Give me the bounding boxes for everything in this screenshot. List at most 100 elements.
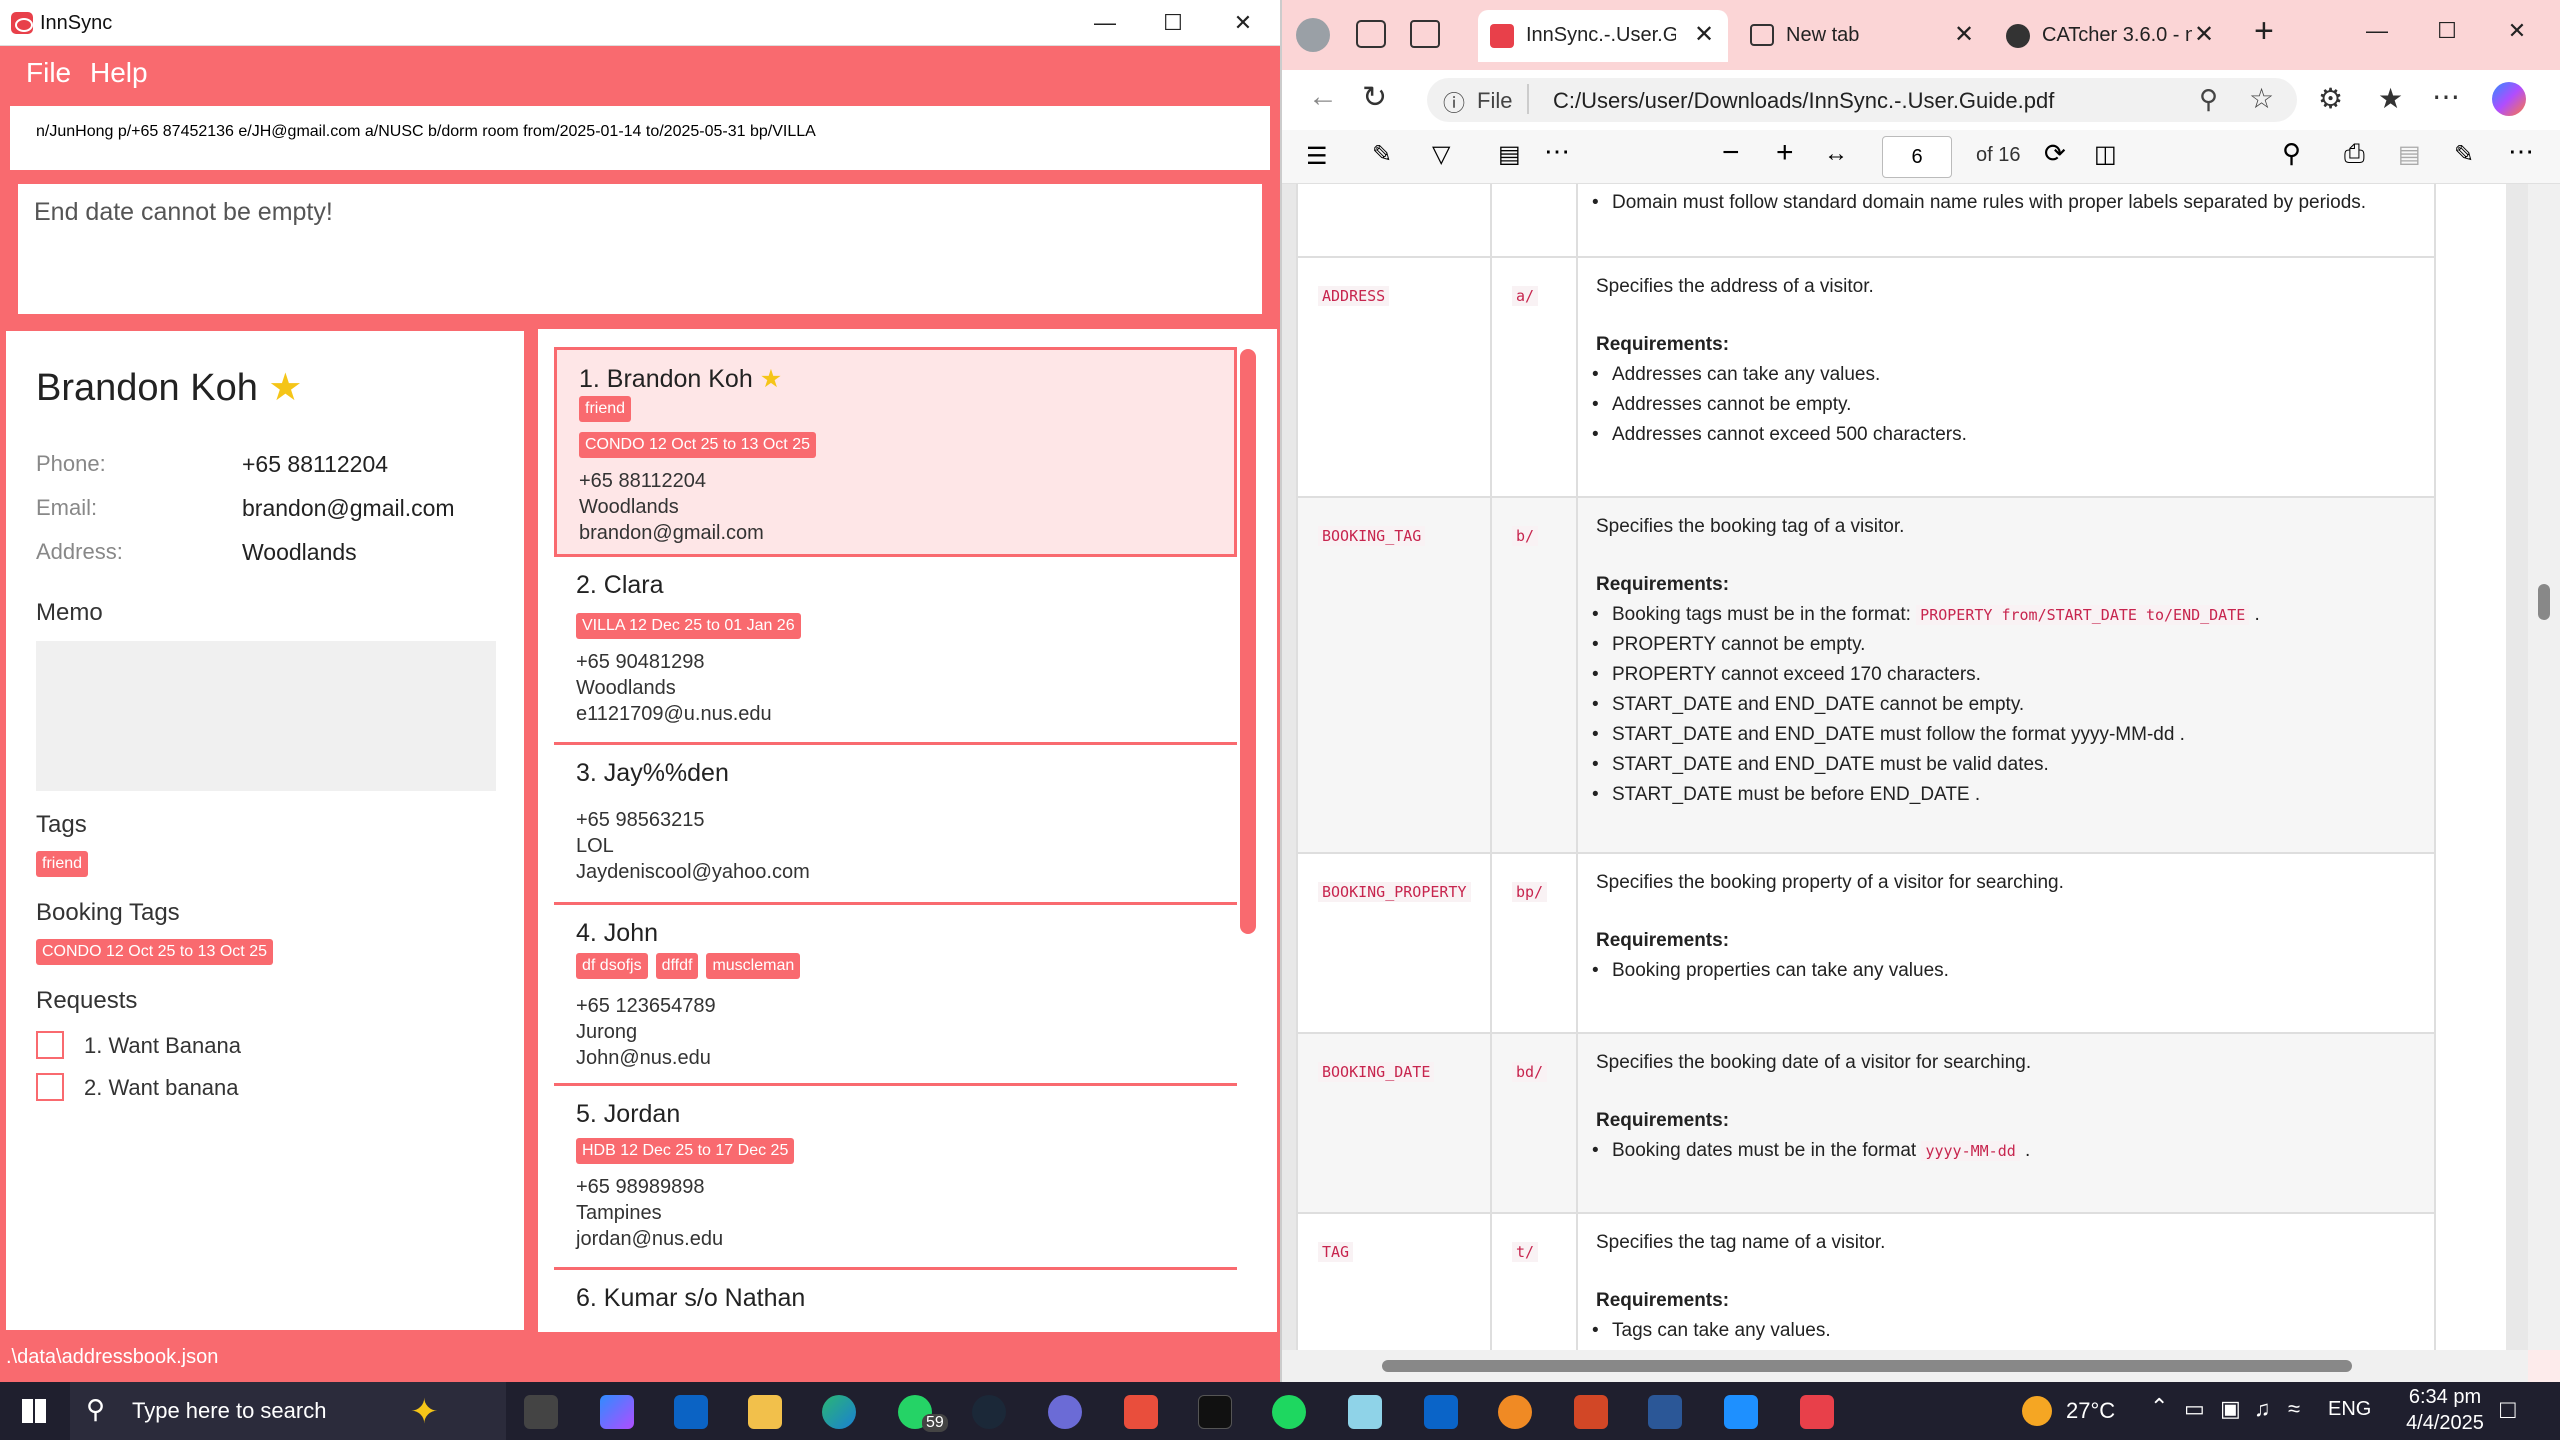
close-tab-icon[interactable]: ✕ — [2194, 20, 2214, 49]
person-card[interactable]: 4. John df dsofjs dffdf muscleman +65 1236… — [554, 905, 1237, 1086]
zoom-in-icon[interactable]: + — [1776, 136, 1794, 170]
tab-new-tab[interactable]: New tab ✕ — [1738, 10, 1988, 62]
wifi-icon[interactable]: ≈ — [2288, 1396, 2300, 1422]
start-icon[interactable] — [22, 1399, 46, 1423]
close-icon[interactable]: ✕ — [1214, 6, 1272, 40]
contents-icon[interactable]: ☰ — [1306, 142, 1328, 171]
maximize-icon[interactable]: ☐ — [2418, 14, 2476, 48]
spotify-icon[interactable] — [1272, 1395, 1306, 1429]
memo-box[interactable] — [36, 641, 496, 791]
favorite-star-icon[interactable]: ☆ — [2249, 82, 2274, 115]
draw-icon[interactable]: ▽ — [1432, 140, 1450, 169]
minimize-icon[interactable]: — — [1076, 6, 1134, 40]
terminal-icon[interactable] — [1198, 1395, 1232, 1429]
person-card[interactable]: 5. Jordan HDB 12 Dec 25 to 17 Dec 25 +65… — [554, 1086, 1237, 1270]
outlook-icon[interactable] — [1424, 1395, 1458, 1429]
collections-icon[interactable] — [1356, 20, 1386, 48]
powerpoint-icon[interactable] — [1574, 1395, 1608, 1429]
pdf-more-icon[interactable]: ⋯ — [2508, 136, 2534, 167]
pdf-horizontal-scrollbar[interactable] — [1282, 1350, 2528, 1382]
table-row: BOOKING_DATE bd/ Specifies the booking d… — [1296, 1034, 2436, 1214]
url-box[interactable]: ⓘ File C:/Users/user/Downloads/InnSync.-… — [1427, 78, 2297, 122]
zoom-icon[interactable]: ⚲ — [2199, 84, 2218, 115]
page-number-input[interactable]: 6 — [1882, 136, 1952, 178]
clock-time[interactable]: 6:34 pm — [2396, 1386, 2494, 1409]
request-checkbox-2[interactable] — [36, 1073, 64, 1101]
innsync-taskbar-icon[interactable] — [1800, 1395, 1834, 1429]
pdf-viewer[interactable]: Domain must follow standard domain name … — [1282, 184, 2528, 1350]
tag-badge: df dsofjs — [576, 953, 648, 979]
eclipse-icon[interactable] — [1048, 1395, 1082, 1429]
minimize-icon[interactable]: — — [2348, 14, 2406, 48]
maximize-icon[interactable]: ☐ — [1144, 6, 1202, 40]
tray-chevron-icon[interactable]: ⌃ — [2150, 1394, 2168, 1420]
close-icon[interactable]: ✕ — [2488, 14, 2546, 48]
address-label: Address: — [36, 539, 123, 564]
menu-help[interactable]: Help — [90, 57, 148, 89]
page-view-icon[interactable]: ◫ — [2094, 140, 2117, 169]
detail-booking-tags: CONDO 12 Oct 25 to 13 Oct 25 — [36, 939, 281, 965]
rotate-icon[interactable]: ⟳ — [2044, 138, 2066, 169]
zoom-out-icon[interactable]: − — [1722, 136, 1740, 170]
word-icon[interactable] — [1648, 1395, 1682, 1429]
file-explorer-icon[interactable] — [748, 1395, 782, 1429]
fit-page-icon[interactable]: ↔ — [1824, 140, 1848, 168]
pdf-hscroll-thumb[interactable] — [1382, 1360, 2352, 1372]
clock-date[interactable]: 4/4/2025 — [2396, 1412, 2494, 1435]
person-email: e1121709@u.nus.edu — [576, 703, 772, 725]
text-icon[interactable]: ▤ — [1498, 140, 1521, 169]
search-box[interactable]: ⚲ Type here to search ✦ — [70, 1382, 506, 1440]
requirements-heading: Requirements: — [1596, 574, 1730, 595]
volume-icon[interactable]: ♫ — [2254, 1396, 2271, 1422]
language-indicator[interactable]: ENG — [2328, 1398, 2371, 1421]
copilot-app-icon[interactable] — [600, 1395, 634, 1429]
vscode-icon[interactable] — [674, 1395, 708, 1429]
pdf-search-icon[interactable]: ⚲ — [2282, 138, 2301, 169]
battery-icon[interactable]: ▭ — [2184, 1396, 2205, 1422]
more-tools-icon[interactable]: ⋯ — [1544, 136, 1570, 167]
param-name: BOOKING_DATE — [1318, 1062, 1435, 1082]
request-checkbox-1[interactable] — [36, 1031, 64, 1059]
more-icon[interactable]: ⋯ — [2432, 80, 2460, 113]
menu-file[interactable]: File — [26, 57, 71, 89]
photos-icon[interactable] — [1724, 1395, 1758, 1429]
meet-icon[interactable]: ▣ — [2220, 1396, 2241, 1422]
copilot-icon[interactable] — [2492, 82, 2526, 116]
tab-label: InnSync.-.User.Guide.pdf — [1526, 24, 1676, 46]
blender-icon[interactable] — [1498, 1395, 1532, 1429]
tab-user-guide[interactable]: InnSync.-.User.Guide.pdf ✕ — [1478, 10, 1728, 62]
person-card[interactable]: 3. Jay%%den +65 98563215 LOL Jaydeniscoo… — [554, 745, 1237, 905]
refresh-icon[interactable]: ↻ — [1362, 80, 1387, 115]
pdf-vertical-scrollbar[interactable] — [2528, 184, 2560, 1350]
save-as-icon[interactable]: ✎ — [2454, 140, 2474, 169]
weather-icon[interactable] — [2022, 1396, 2052, 1426]
person-card[interactable]: 6. Kumar s/o Nathan — [554, 1270, 1237, 1332]
favorites-icon[interactable]: ★ — [2378, 82, 2403, 115]
info-icon[interactable]: ⓘ — [1443, 86, 1465, 118]
back-icon[interactable]: ← — [1308, 80, 1338, 114]
booking-tag-badge: HDB 12 Dec 25 to 17 Dec 25 — [576, 1138, 795, 1164]
steam-icon[interactable] — [972, 1395, 1006, 1429]
vertical-tabs-icon[interactable] — [1410, 20, 1440, 48]
extensions-icon[interactable]: ⚙ — [2318, 82, 2343, 115]
edge-app-icon[interactable] — [822, 1395, 856, 1429]
notifications-icon[interactable]: □ — [2500, 1394, 2516, 1425]
notepad-icon[interactable] — [1348, 1395, 1382, 1429]
new-tab-button[interactable]: + — [2254, 12, 2274, 51]
close-tab-icon[interactable]: ✕ — [1954, 20, 1974, 49]
person-card[interactable]: 1. Brandon Koh ★ friend CONDO 12 Oct 25 … — [554, 347, 1237, 557]
task-view-icon[interactable] — [524, 1395, 558, 1429]
highlight-icon[interactable]: ✎ — [1372, 140, 1392, 169]
list-scrollbar[interactable] — [1240, 349, 1256, 934]
close-tab-icon[interactable]: ✕ — [1694, 20, 1714, 49]
print-icon[interactable]: ⎙ — [2344, 138, 2365, 170]
save-icon[interactable]: ▤ — [2398, 140, 2421, 169]
ubuntu-icon[interactable] — [1124, 1395, 1158, 1429]
person-address: Jurong — [576, 1021, 638, 1043]
person-card[interactable]: 2. Clara VILLA 12 Dec 25 to 01 Jan 26 +6… — [554, 557, 1237, 745]
tab-catcher[interactable]: CATcher 3.6.0 - nus ✕ — [1994, 10, 2244, 62]
pdf-scroll-thumb[interactable] — [2538, 584, 2550, 620]
person-list-pane: 1. Brandon Koh ★ friend CONDO 12 Oct 25 … — [530, 326, 1280, 1334]
phone-value: +65 88112204 — [242, 451, 389, 477]
profile-icon[interactable] — [1296, 18, 1330, 52]
